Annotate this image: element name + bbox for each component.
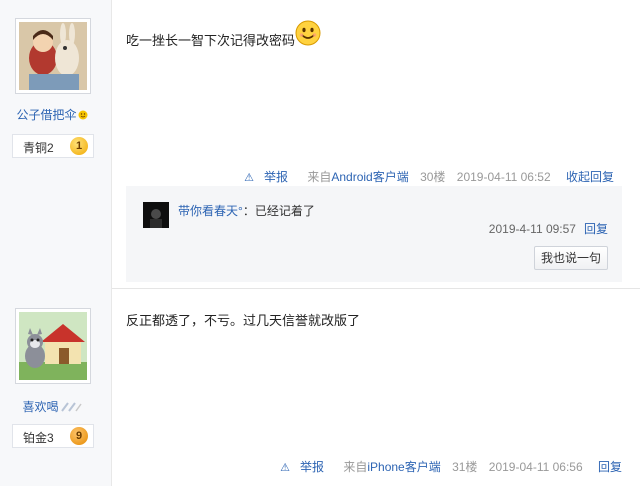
collapse-replies-link[interactable]: 收起回复 [566,168,614,185]
reply-time: 2019-4-11 09:57 [488,222,576,236]
post-author-sidebar: 公子借把伞 青铜2 1 [0,0,112,288]
reply-separator: ： [242,204,255,218]
post-floor-30: 公子借把伞 青铜2 1 吃一挫长一智下次记得改密码 ⚠ 举报 来自Android客… [0,0,640,288]
client-prefix: 来自 [343,460,368,474]
level-number-icon: 9 [70,427,88,445]
sub-reply-line: 带你看春天°：已经记着了 [178,202,315,219]
level-badge-box[interactable]: 铂金3 9 [12,424,94,448]
feather-badge-icon [60,401,82,415]
post-text: 反正都透了，不亏。过几天信誉就改版了 [126,313,361,328]
smile-badge-icon [78,109,88,123]
username-link[interactable]: 公子借把伞 [0,106,104,123]
avatar[interactable] [15,18,91,94]
post-content: 反正都透了，不亏。过几天信誉就改版了 [126,310,360,329]
post-author-sidebar: 喜欢喝 铂金3 9 [0,288,112,486]
post-time: 2019-04-11 06:52 [456,170,551,184]
client-source: 来自Android客户端 [299,168,408,185]
post-time: 2019-04-11 06:56 [488,460,583,474]
warning-icon: ⚠ [280,462,290,474]
floor-number: 31楼 [452,460,478,474]
report-label: 举报 [263,170,288,184]
avatar[interactable] [15,308,91,384]
avatar-image [19,312,87,380]
reply-text: 已经记着了 [254,204,315,218]
client-prefix: 来自 [307,170,332,184]
level-name: 铂金3 [23,431,54,445]
report-link[interactable]: ⚠ 举报 [272,458,324,475]
level-name: 青铜2 [23,141,54,155]
smile-emoji-icon [295,20,321,49]
say-something-button[interactable]: 我也说一句 [534,246,608,270]
reply-link[interactable]: 回复 [584,222,608,236]
report-link[interactable]: ⚠ 举报 [236,168,288,185]
client-source: 来自iPhone客户端 [335,458,440,475]
post-text: 吃一挫长一智下次记得改密码 [126,33,296,48]
warning-icon: ⚠ [244,172,254,184]
post-tail: ⚠ 举报 来自iPhone客户端 31楼 2019-04-11 06:56 回复 [272,458,622,476]
post-floor-31: 喜欢喝 铂金3 9 反正都透了，不亏。过几天信誉就改版了 ⚠ 举报 来自iPhon… [0,288,640,486]
client-name-link[interactable]: Android客户端 [331,170,408,184]
client-name-link[interactable]: iPhone客户端 [367,460,440,474]
floor-number: 30楼 [420,170,446,184]
level-badge-box[interactable]: 青铜2 1 [12,134,94,158]
post-tail: ⚠ 举报 来自Android客户端 30楼 2019-04-11 06:52 收起… [236,168,614,186]
reply-link[interactable]: 回复 [598,458,622,475]
reply-avatar[interactable] [143,202,169,228]
sub-reply-panel: 带你看春天°：已经记着了 2019-4-11 09:57 回复 我也说一句 [126,186,622,282]
post-content: 吃一挫长一智下次记得改密码 [126,20,321,49]
level-number-icon: 1 [70,137,88,155]
report-label: 举报 [299,460,324,474]
username-link[interactable]: 喜欢喝 [0,398,104,415]
reply-meta: 2019-4-11 09:57 回复 [489,220,608,237]
reply-username-link[interactable]: 带你看春天° [178,204,243,218]
avatar-image [19,22,87,90]
